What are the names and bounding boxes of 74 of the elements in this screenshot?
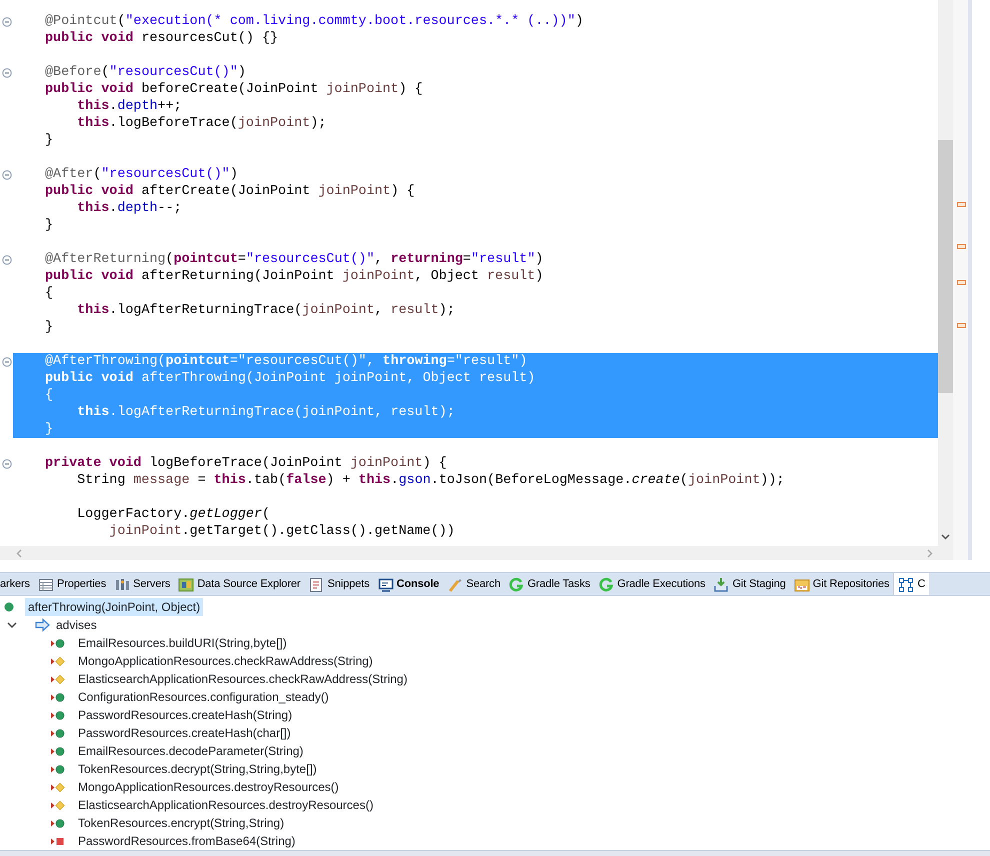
- code-line: }: [44, 217, 54, 234]
- tree-item[interactable]: PasswordResources.createHash(String): [75, 706, 296, 724]
- panel-tab[interactable]: C: [893, 573, 930, 595]
- code-line: }: [44, 319, 54, 336]
- tree-item[interactable]: PasswordResources.createHash(char[]): [75, 724, 294, 742]
- server-icon: [114, 576, 130, 593]
- code-line: private void logBeforeTrace(JoinPoint joinPoint) {: [44, 455, 448, 472]
- tree-item[interactable]: ElasticsearchApplicationResources.destroyResources(): [75, 796, 376, 814]
- tree-item[interactable]: ElasticsearchApplicationResources.checkRawAddress(String): [75, 670, 410, 688]
- code-line: this.depth++;: [76, 98, 183, 115]
- tree-item[interactable]: MongoApplicationResources.checkRawAddress(String): [75, 652, 376, 670]
- occurrence-marker[interactable]: [957, 202, 966, 207]
- occurrence-marker[interactable]: [957, 244, 966, 249]
- panel-tab[interactable]: Properties: [34, 573, 110, 595]
- code-line: @Pointcut("execution(* com.living.commty.boot.resources.*.* (..))"): [44, 13, 584, 30]
- collapse-icon[interactable]: [2, 254, 12, 264]
- monitor-icon: [378, 576, 394, 593]
- letter-g-icon: [508, 576, 524, 593]
- panel-tab[interactable]: Data Source Explorer: [174, 573, 304, 595]
- tree-item[interactable]: MongoApplicationResources.destroyResources(): [75, 778, 342, 796]
- code-line: public void afterReturning(JoinPoint joinPoint, Object result): [44, 268, 544, 285]
- code-line: }: [44, 132, 54, 149]
- tree-item[interactable]: TokenResources.encrypt(String,String): [75, 814, 288, 832]
- panel-tab[interactable]: Gradle Tasks: [504, 573, 594, 595]
- code-line: public void beforeCreate(JoinPoint joinPoint) {: [44, 81, 424, 98]
- code-line: @Before("resourcesCut()"): [44, 64, 247, 81]
- database-icon: [178, 576, 194, 593]
- panel-tab[interactable]: Search: [443, 573, 504, 595]
- panel-tab[interactable]: arkers: [0, 573, 34, 595]
- panel-tab[interactable]: Servers: [110, 573, 174, 595]
- code-line: String message = this.tab(false) + this.gson.toJson(BeforeLogMessage.create(joinPoint));: [76, 472, 786, 489]
- scroll-left-icon[interactable]: [16, 548, 22, 558]
- hierarchy-icon: [898, 576, 914, 593]
- panel-tab[interactable]: Git Staging: [709, 573, 790, 595]
- occurrence-marker[interactable]: [957, 323, 966, 328]
- dot-icon: [3, 601, 15, 613]
- horizontal-scrollbar[interactable]: [0, 546, 953, 560]
- code-line: joinPoint.getTarget().getClass().getName()): [108, 523, 456, 540]
- scrollbar-thumb[interactable]: [938, 140, 953, 393]
- tree-item[interactable]: TokenResources.decrypt(String,String,byte[]): [75, 760, 320, 778]
- tree-item[interactable]: EmailResources.buildURI(String,byte[]): [75, 634, 290, 652]
- letter-g-icon: [598, 576, 614, 593]
- scroll-down-icon[interactable]: [941, 534, 950, 540]
- code-line: this.logAfterReturningTrace(joinPoint, result);: [76, 302, 456, 319]
- collapse-icon[interactable]: [2, 170, 12, 180]
- code-line: public void resourcesCut() {}: [44, 30, 280, 47]
- code-line: {: [44, 285, 54, 302]
- tree-item[interactable]: EmailResources.decodeParameter(String): [75, 742, 306, 760]
- code-line: this.logBeforeTrace(joinPoint);: [76, 115, 328, 132]
- occurrence-marker[interactable]: [957, 280, 966, 285]
- tree-item[interactable]: advises: [53, 616, 100, 634]
- code-line: @AfterReturning(pointcut="resourcesCut()", returning="result"): [44, 251, 544, 268]
- vertical-scrollbar[interactable]: [938, 0, 953, 546]
- code-line: LoggerFactory.getLogger(: [76, 506, 272, 523]
- download-tray-icon: [713, 576, 730, 593]
- collapse-icon[interactable]: [2, 16, 12, 26]
- arrow-right-icon: [35, 618, 51, 632]
- collapse-icon[interactable]: [2, 68, 12, 78]
- code-line: this.depth--;: [76, 200, 183, 217]
- panel-tab[interactable]: Snippets: [304, 573, 374, 595]
- collapse-icon[interactable]: [2, 356, 12, 366]
- tree-item[interactable]: PasswordResources.fromBase64(String): [75, 832, 298, 850]
- panel-tab[interactable]: Gradle Executions: [594, 573, 710, 595]
- scroll-right-icon[interactable]: [927, 548, 933, 558]
- tree-item[interactable]: ConfigurationResources.configuration_steady(): [75, 688, 332, 706]
- collapse-icon[interactable]: [2, 458, 12, 468]
- document-icon: [308, 576, 324, 593]
- tree-item[interactable]: afterThrowing(JoinPoint, Object): [25, 598, 204, 616]
- folder-icon: [794, 576, 810, 593]
- panel-tab[interactable]: Git Repositories: [790, 573, 894, 595]
- code-line: @After("resourcesCut()"): [44, 166, 239, 183]
- table-icon: [38, 576, 54, 593]
- panel-tab[interactable]: Console: [374, 573, 444, 595]
- code-line: public void afterCreate(JoinPoint joinPoint) {: [44, 183, 416, 200]
